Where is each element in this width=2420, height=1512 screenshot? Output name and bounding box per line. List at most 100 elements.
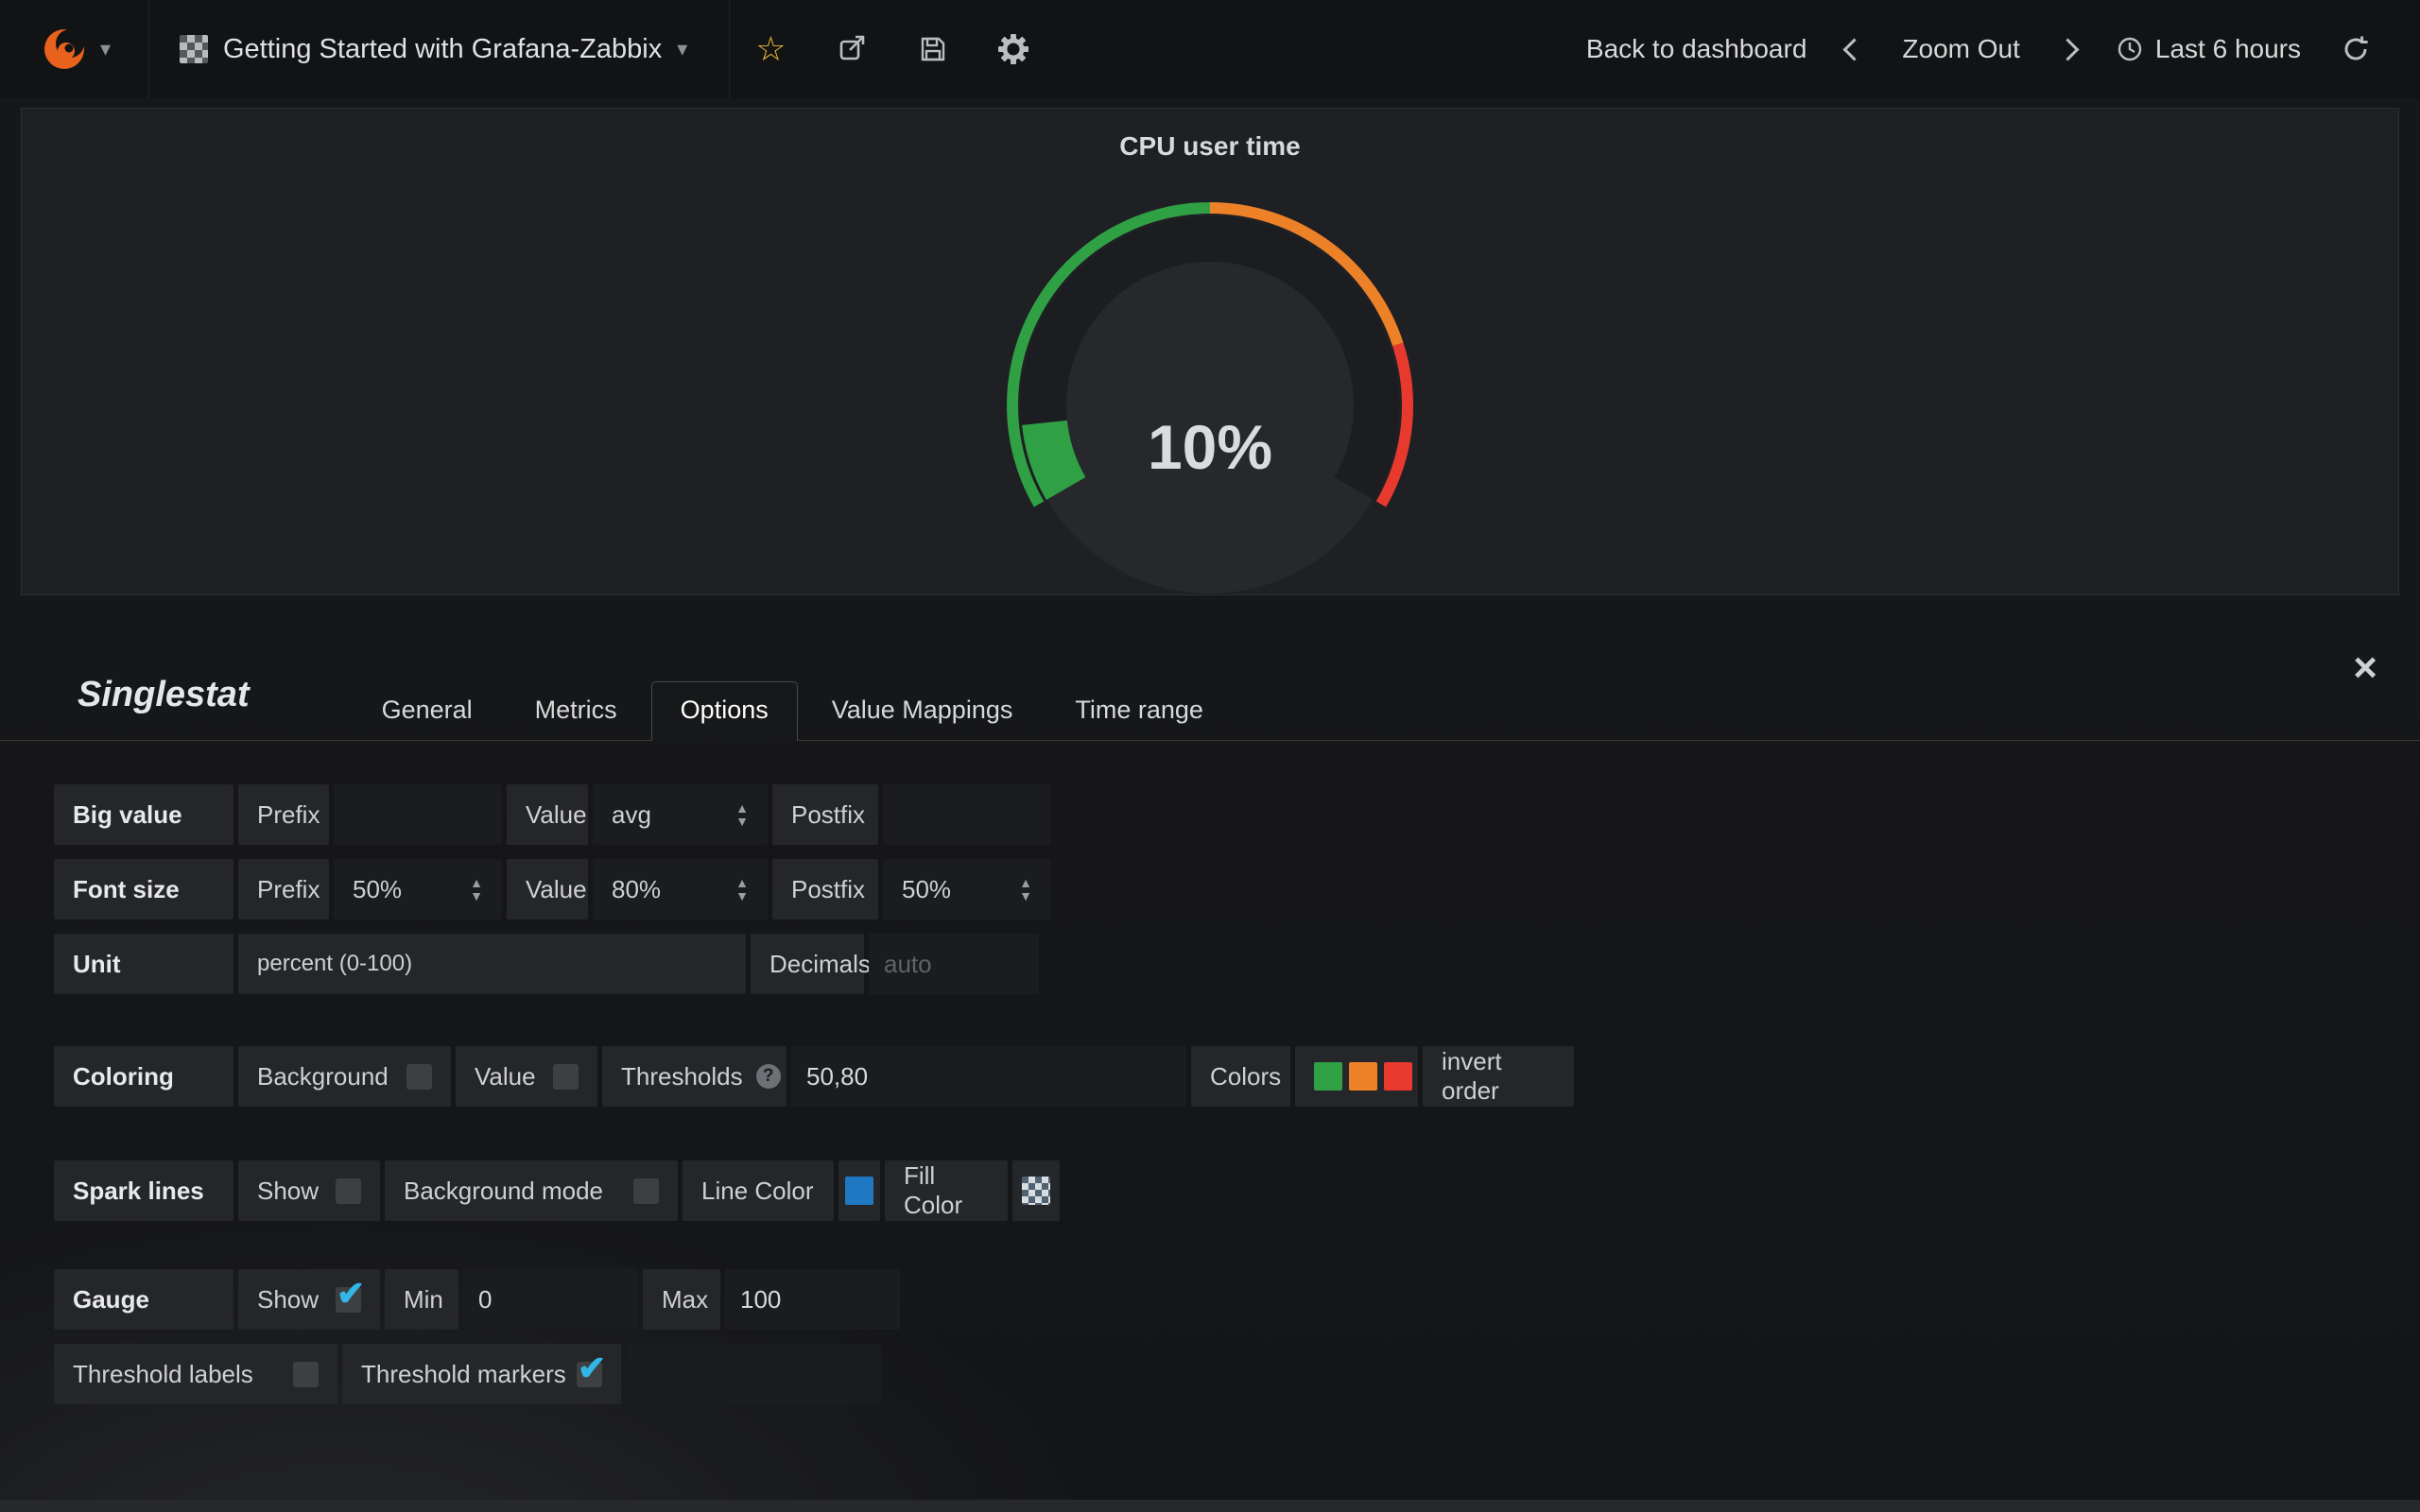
big-value-label: Big value xyxy=(54,784,233,845)
colors-label: Colors xyxy=(1191,1046,1290,1107)
panel-title[interactable]: CPU user time xyxy=(22,109,2398,162)
dashboard-title: Getting Started with Grafana-Zabbix xyxy=(223,34,662,65)
postfix-input-cell xyxy=(883,784,1051,845)
value-stat-selected: avg xyxy=(612,800,651,830)
gear-icon xyxy=(998,34,1028,64)
time-range-button[interactable]: Last 6 hours xyxy=(2116,34,2301,64)
prefix-size-select[interactable]: 50% ▲▼ xyxy=(334,859,502,919)
threshold-markers-checkbox[interactable]: ✔ xyxy=(577,1362,602,1387)
close-icon[interactable]: × xyxy=(2353,647,2377,689)
options-form: Big value Prefix Value avg ▲▼ Postfix Fo… xyxy=(0,741,2420,1404)
gauge-label: Gauge xyxy=(54,1269,233,1330)
line-color-label: Line Color xyxy=(683,1160,834,1221)
gauge-max-input[interactable] xyxy=(740,1285,885,1314)
decimals-label: Decimals xyxy=(751,934,864,994)
tab-time-range[interactable]: Time range xyxy=(1046,682,1232,740)
unit-select[interactable]: percent (0-100) xyxy=(238,934,746,994)
refresh-button[interactable] xyxy=(2341,34,2371,64)
star-button[interactable]: ☆ xyxy=(730,0,811,98)
coloring-row: Coloring Background ✔ Value ✔ Thresholds… xyxy=(54,1046,2420,1107)
share-icon xyxy=(838,34,868,64)
thresholds-input-cell xyxy=(791,1046,1186,1107)
coloring-background-cell: Background ✔ xyxy=(238,1046,451,1107)
prefix-label: Prefix xyxy=(238,784,329,845)
singlestat-panel: CPU user time 10% xyxy=(21,108,2399,595)
save-button[interactable] xyxy=(893,0,973,98)
spark-show-checkbox[interactable]: ✔ xyxy=(336,1178,361,1204)
font-size-row: Font size Prefix 50% ▲▼ Value 80% ▲▼ Pos… xyxy=(54,859,2420,919)
color-swatches-cell xyxy=(1295,1046,1418,1107)
line-color-swatch-cell xyxy=(838,1160,880,1221)
settings-button[interactable] xyxy=(973,0,1054,98)
threshold-empty-cell xyxy=(626,1344,881,1404)
fill-color-swatch-cell xyxy=(1012,1160,1060,1221)
gauge-show-cell: Show ✔ xyxy=(238,1269,380,1330)
big-value-prefix-input[interactable] xyxy=(349,800,487,830)
tab-options[interactable]: Options xyxy=(651,681,798,741)
decimals-input[interactable] xyxy=(884,950,1024,979)
min-label: Min xyxy=(385,1269,458,1330)
zoom-out-button[interactable]: Zoom Out xyxy=(1902,34,2019,64)
color-swatch-red[interactable] xyxy=(1384,1062,1412,1091)
threshold-labels-label: Threshold labels xyxy=(73,1360,253,1389)
navbar-right-group: Back to dashboard Zoom Out Last 6 hours xyxy=(1586,34,2420,64)
select-arrows-icon: ▲▼ xyxy=(735,801,749,828)
prefix-size-selected: 50% xyxy=(353,875,402,904)
threshold-markers-label: Threshold markers xyxy=(361,1360,566,1389)
max-label: Max xyxy=(643,1269,720,1330)
thresholds-label-cell: Thresholds ? xyxy=(602,1046,786,1107)
value-checkbox[interactable]: ✔ xyxy=(553,1064,579,1090)
editor-tabs: General Metrics Options Value Mappings T… xyxy=(354,681,1232,740)
spark-lines-label: Spark lines xyxy=(54,1160,233,1221)
gauge-min-input[interactable] xyxy=(478,1285,623,1314)
help-icon[interactable]: ? xyxy=(756,1064,781,1089)
value-label: Value xyxy=(507,859,588,919)
background-checkbox[interactable]: ✔ xyxy=(406,1064,432,1090)
clock-icon xyxy=(2116,35,2144,63)
value-label: Value xyxy=(507,784,588,845)
thresholds-input[interactable] xyxy=(806,1062,1171,1091)
gauge-row: Gauge Show ✔ Min Max xyxy=(54,1269,2420,1330)
color-swatch-orange[interactable] xyxy=(1349,1062,1377,1091)
dashboard-title-button[interactable]: Getting Started with Grafana-Zabbix ▾ xyxy=(149,0,730,98)
chevron-right-icon[interactable] xyxy=(2056,38,2079,60)
big-value-row: Big value Prefix Value avg ▲▼ Postfix xyxy=(54,784,2420,845)
tab-value-mappings[interactable]: Value Mappings xyxy=(804,682,1042,740)
big-value-postfix-input[interactable] xyxy=(898,800,1036,830)
value-stat-select[interactable]: avg ▲▼ xyxy=(593,784,768,845)
share-button[interactable] xyxy=(812,0,893,98)
postfix-size-select[interactable]: 50% ▲▼ xyxy=(883,859,1051,919)
back-to-dashboard-button[interactable]: Back to dashboard xyxy=(1586,34,1807,64)
threshold-labels-cell: Threshold labels ✔ xyxy=(54,1344,337,1404)
value-size-select[interactable]: 80% ▲▼ xyxy=(593,859,768,919)
select-arrows-icon: ▲▼ xyxy=(1019,876,1032,902)
color-swatch-green[interactable] xyxy=(1314,1062,1342,1091)
time-range-label: Last 6 hours xyxy=(2155,34,2301,64)
background-label: Background xyxy=(257,1062,389,1091)
unit-label: Unit xyxy=(54,934,233,994)
background-mode-checkbox[interactable]: ✔ xyxy=(633,1178,659,1204)
panel-type-title: Singlestat xyxy=(78,675,250,715)
threshold-labels-checkbox[interactable]: ✔ xyxy=(293,1362,319,1387)
threshold-markers-cell: Threshold markers ✔ xyxy=(342,1344,621,1404)
panel-editor: Singlestat General Metrics Options Value… xyxy=(0,595,2420,1512)
line-color-swatch[interactable] xyxy=(845,1177,873,1205)
prefix-label: Prefix xyxy=(238,859,329,919)
thresholds-label: Thresholds xyxy=(621,1062,743,1091)
min-input-cell xyxy=(463,1269,638,1330)
tab-metrics[interactable]: Metrics xyxy=(507,682,646,740)
select-arrows-icon: ▲▼ xyxy=(735,876,749,902)
grafana-menu-button[interactable]: ▾ xyxy=(0,0,149,98)
chevron-left-icon[interactable] xyxy=(1843,38,1866,60)
bottom-scroll-strip xyxy=(0,1500,2420,1512)
show-label: Show xyxy=(257,1177,319,1206)
grafana-logo-icon xyxy=(38,23,91,76)
unit-row: Unit percent (0-100) Decimals xyxy=(54,934,2420,994)
invert-order-button[interactable]: invert order xyxy=(1423,1046,1574,1107)
coloring-value-cell: Value ✔ xyxy=(456,1046,597,1107)
gauge-show-checkbox[interactable]: ✔ xyxy=(336,1287,361,1313)
prefix-input-cell xyxy=(334,784,502,845)
font-size-label: Font size xyxy=(54,859,233,919)
fill-color-swatch[interactable] xyxy=(1022,1177,1050,1205)
tab-general[interactable]: General xyxy=(354,682,501,740)
